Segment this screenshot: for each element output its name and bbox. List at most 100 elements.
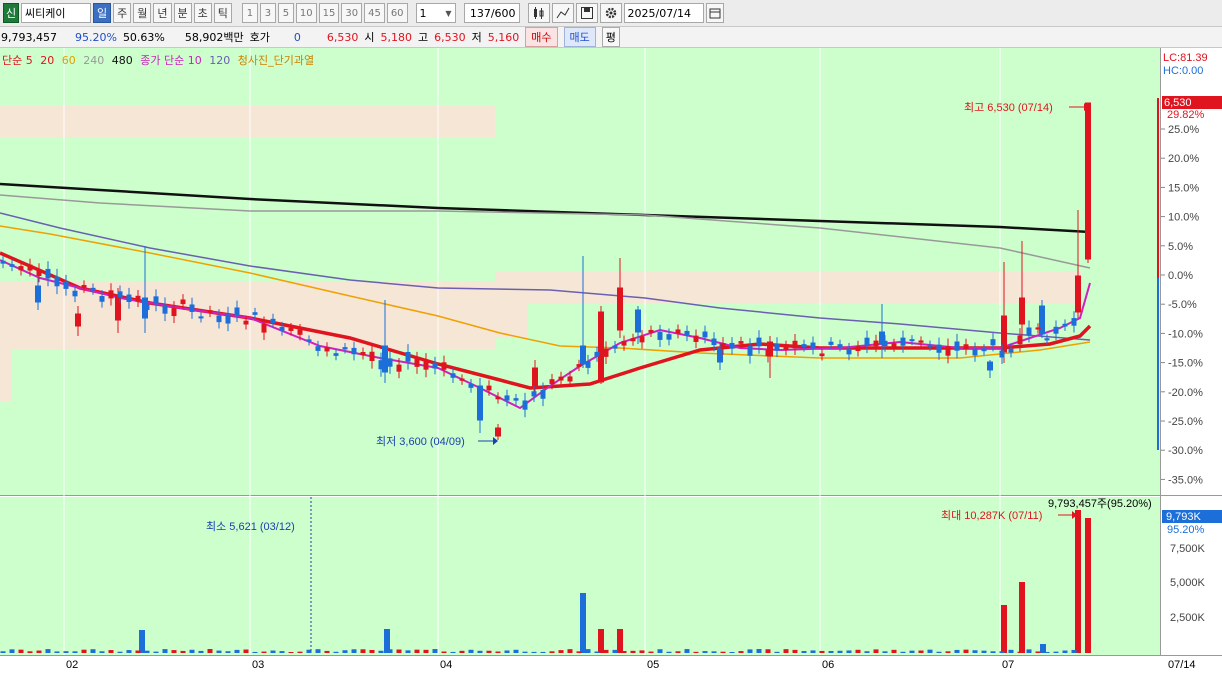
volume-bar bbox=[855, 649, 861, 653]
low-annotation: 최저 3,600 (04/09) bbox=[376, 435, 465, 448]
volume-bar bbox=[99, 651, 105, 653]
legend-ma60: 60 bbox=[61, 54, 76, 67]
vol-tick: 7,500K bbox=[1170, 543, 1206, 555]
sell-button[interactable]: 매도 bbox=[563, 27, 596, 47]
stock-name-field[interactable]: 씨티케이 bbox=[21, 3, 91, 23]
volume-bar bbox=[630, 650, 636, 653]
volume-bar bbox=[891, 649, 897, 653]
lc-label: LC:81.39 bbox=[1163, 52, 1208, 64]
current-pct: 29.82% bbox=[1167, 109, 1205, 121]
volume-bar bbox=[675, 651, 681, 653]
volume-bar bbox=[783, 649, 789, 653]
volume-bar bbox=[432, 649, 438, 653]
volume-bar bbox=[657, 649, 663, 653]
volume-bar bbox=[81, 649, 87, 653]
volume-bar bbox=[405, 650, 411, 653]
date-field[interactable]: 2025/07/14 bbox=[623, 3, 704, 23]
volume-bar bbox=[873, 649, 879, 653]
quote-value: 0 bbox=[293, 30, 301, 44]
vol-current-pct: 95.20% bbox=[1167, 524, 1205, 536]
volume-bar bbox=[598, 629, 604, 653]
calendar-icon[interactable] bbox=[705, 3, 724, 23]
volume-bar bbox=[414, 649, 420, 653]
period-month-button[interactable]: 월 bbox=[133, 3, 152, 23]
quote-label: 호가 bbox=[249, 31, 270, 44]
draw-tool-icon[interactable] bbox=[551, 3, 574, 23]
volume-bar bbox=[603, 649, 609, 653]
minute-30-button[interactable]: 30 bbox=[341, 3, 363, 23]
volume-bar bbox=[549, 651, 555, 653]
minute-45-button[interactable]: 45 bbox=[364, 3, 385, 23]
volume-bar bbox=[63, 651, 69, 653]
volume-bar bbox=[261, 651, 267, 653]
candle-type-icon[interactable] bbox=[527, 3, 550, 23]
volume-bar bbox=[540, 651, 546, 653]
save-icon[interactable] bbox=[575, 3, 598, 23]
volume-bar bbox=[774, 651, 780, 653]
stock-chart[interactable]: 최고 6,530 (07/14) 최저 3,600 (04/09) 최소 5,6… bbox=[0, 48, 1222, 673]
percent-tick: -30.0% bbox=[1168, 445, 1203, 457]
minute-3-button[interactable]: 3 bbox=[259, 3, 276, 23]
trade-amount: 58,902백만 bbox=[184, 31, 244, 44]
candle-up-last bbox=[1085, 102, 1091, 263]
bar-count-value: 137 bbox=[469, 6, 491, 20]
bar-count-max: /600 bbox=[490, 6, 516, 20]
volume-bar bbox=[297, 651, 303, 653]
percent-tick: -15.0% bbox=[1168, 358, 1203, 370]
volume-bar bbox=[135, 650, 141, 653]
volume-bar bbox=[207, 649, 213, 653]
volume-bar bbox=[126, 650, 132, 653]
volume-bar bbox=[513, 649, 519, 653]
buy-button[interactable]: 매수 bbox=[525, 27, 558, 47]
period-minute-button[interactable]: 분 bbox=[173, 3, 192, 23]
open-label: 시 bbox=[364, 31, 375, 44]
minute-5-button[interactable]: 5 bbox=[277, 3, 294, 23]
gear-icon[interactable] bbox=[599, 3, 622, 23]
volume-bar bbox=[279, 651, 285, 653]
volume-bar bbox=[756, 649, 762, 653]
volume-bar bbox=[801, 651, 807, 653]
indicator-legend[interactable]: 단순 5 20 60 240 480 종가 단순 10 120 청사진_단기과열 bbox=[2, 52, 318, 68]
right-axis-panel bbox=[1160, 48, 1222, 655]
volume-bar bbox=[288, 651, 294, 653]
volume-bar bbox=[270, 650, 276, 653]
flat-button[interactable]: 평 bbox=[601, 27, 620, 47]
volume-bar bbox=[27, 651, 33, 653]
volume-bar bbox=[882, 651, 888, 653]
volume-bar bbox=[522, 651, 528, 653]
period-second-button[interactable]: 초 bbox=[193, 3, 212, 23]
minute-1-button[interactable]: 1 bbox=[241, 3, 258, 23]
volume-value: 9,793,457 bbox=[1, 30, 57, 44]
volume-bar bbox=[765, 649, 771, 653]
period-tick-button[interactable]: 틱 bbox=[213, 3, 232, 23]
volume-bar bbox=[117, 651, 123, 653]
volume-bar bbox=[36, 650, 42, 653]
volume-bar bbox=[1062, 650, 1068, 653]
volume-bar bbox=[216, 650, 222, 653]
hc-label: HC:0.00 bbox=[1163, 65, 1203, 77]
minute-60-button[interactable]: 60 bbox=[386, 3, 408, 23]
percent-tick: 5.0% bbox=[1168, 241, 1193, 253]
volume-bar bbox=[617, 629, 623, 653]
volume-bar bbox=[144, 650, 150, 653]
interval-select[interactable]: 1 ▼ bbox=[415, 3, 456, 23]
minute-15-button[interactable]: 15 bbox=[318, 3, 340, 23]
percent-tick: 0.0% bbox=[1168, 270, 1193, 282]
period-week-button[interactable]: 주 bbox=[113, 3, 132, 23]
volume-bar bbox=[864, 651, 870, 653]
x-axis-panel bbox=[0, 655, 1222, 673]
volume-bar bbox=[819, 650, 825, 653]
volume-bar bbox=[162, 649, 168, 653]
period-year-button[interactable]: 년 bbox=[153, 3, 172, 23]
minute-10-button[interactable]: 10 bbox=[295, 3, 317, 23]
low-price: 5,160 bbox=[487, 30, 520, 44]
volume-bar bbox=[495, 651, 501, 653]
date-value: 2025/07/14 bbox=[627, 6, 691, 20]
volume-bar bbox=[243, 649, 249, 653]
volume-bar bbox=[468, 649, 474, 653]
bar-count-field[interactable]: 137/600 bbox=[463, 3, 520, 23]
volume-bar bbox=[441, 651, 447, 653]
volume-bar bbox=[981, 650, 987, 653]
current-price-tag-text: 6,530 bbox=[1164, 97, 1192, 109]
period-day-button[interactable]: 일 bbox=[93, 3, 112, 23]
